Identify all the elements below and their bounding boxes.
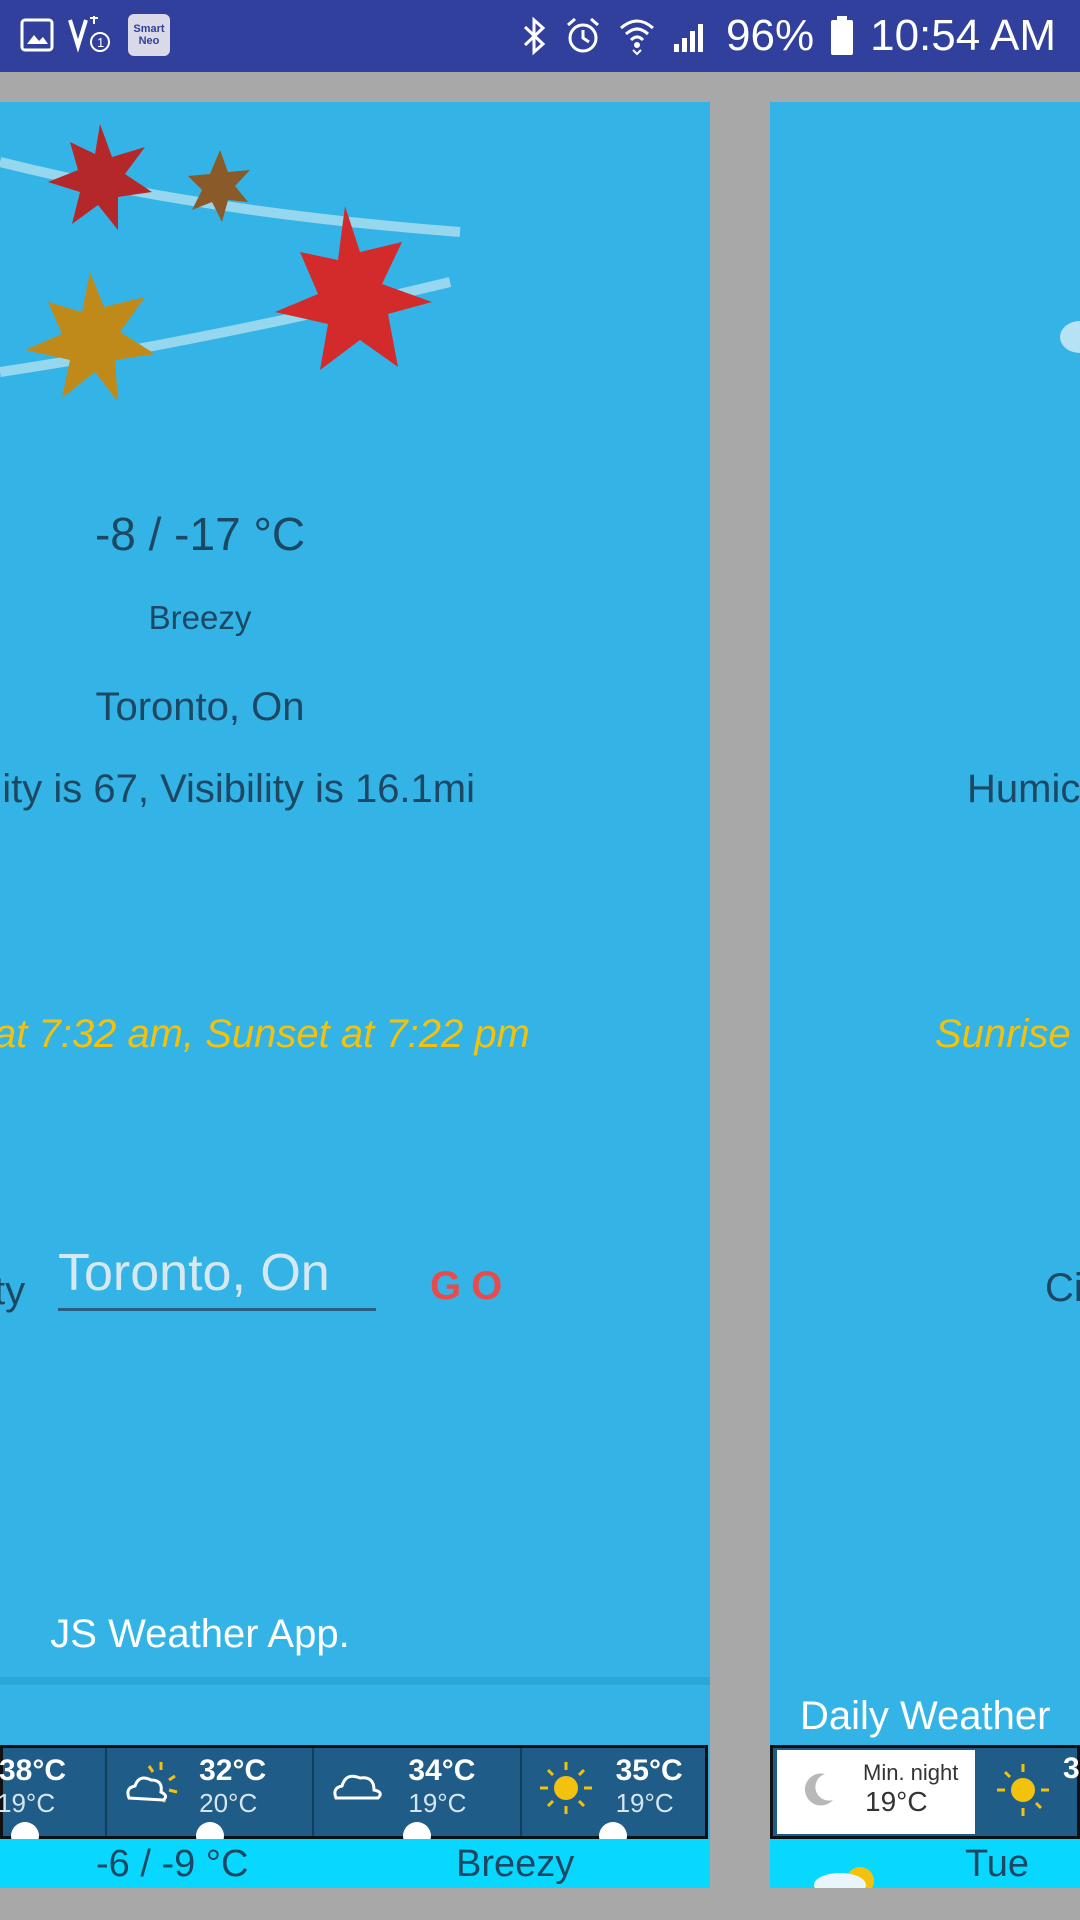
battery-icon xyxy=(831,16,854,55)
forecast-low: 19°C xyxy=(408,1788,467,1818)
humidity-visibility: Humic xyxy=(967,767,1080,811)
night-value: 19°C xyxy=(865,1786,928,1817)
forecast-high: 32°C xyxy=(199,1754,267,1787)
cloud-icon xyxy=(333,1774,383,1800)
wifi-icon xyxy=(620,19,655,56)
current-condition: Breezy xyxy=(148,599,252,636)
moon-icon xyxy=(804,1773,833,1806)
app-name: JS Weather App. xyxy=(50,1612,350,1656)
cloud-icon xyxy=(1060,321,1080,353)
forecast-item[interactable]: Min. night 19°C xyxy=(777,1750,975,1834)
go-button[interactable]: GO xyxy=(430,1264,512,1309)
bluetooth-icon xyxy=(523,16,546,56)
forecast-high: 35°C xyxy=(615,1754,683,1787)
sunrise-sunset: at 7:32 am, Sunset at 7:22 pm xyxy=(0,1012,530,1056)
battery-percent: 96% xyxy=(726,11,815,60)
daily-weather-title: Daily Weather xyxy=(800,1694,1051,1738)
daily-summary-bar[interactable]: -6 / -9 °C Breezy xyxy=(0,1839,710,1888)
clock: 10:54 AM xyxy=(870,11,1056,60)
forecast-item[interactable]: 35°C 19°C xyxy=(522,1748,705,1850)
volte-icon: 1 xyxy=(68,16,110,53)
sunrise-sunset: Sunrise xyxy=(935,1012,1071,1056)
city-input[interactable] xyxy=(58,1242,376,1311)
daily-forecast-strip[interactable]: Min. night 19°C 3 xyxy=(770,1745,1080,1839)
city-label: ty xyxy=(0,1269,26,1313)
weather-card-next[interactable]: Humic Sunrise Ci Daily Weather Min. nigh… xyxy=(770,102,1080,1888)
svg-text:1: 1 xyxy=(97,35,104,50)
sun-icon xyxy=(539,1762,592,1814)
humidity-visibility: dity is 67, Visibility is 16.1mi xyxy=(0,767,475,811)
current-temperature: -8 / -17 °C xyxy=(94,508,306,560)
forecast-low: 19°C xyxy=(0,1788,56,1818)
smart-neo-label: Smart xyxy=(133,23,165,35)
daily-summary-bar[interactable]: Tue xyxy=(770,1839,1080,1888)
daily-condition: Breezy xyxy=(456,1843,575,1885)
alarm-icon xyxy=(567,17,599,53)
forecast-item[interactable]: 34°C 19°C xyxy=(314,1748,522,1850)
forecast-high: 3 xyxy=(1063,1752,1080,1785)
daily-temperature: -6 / -9 °C xyxy=(96,1843,249,1885)
status-bar: 1 Smart Neo 96% 10:54 AM xyxy=(0,0,1080,72)
forecast-high: 34°C xyxy=(408,1754,476,1787)
hourly-forecast-strip[interactable]: 38°C 19°C 32°C 20°C 34°C 19°C 35°C 19°C xyxy=(0,1745,708,1850)
smart-neo-label-2: Neo xyxy=(138,35,160,47)
smart-neo-icon: Smart Neo xyxy=(128,14,170,56)
forecast-low: 19°C xyxy=(615,1788,674,1818)
weather-card-current[interactable]: -8 / -17 °C Breezy Toronto, On dity is 6… xyxy=(0,102,710,1888)
gallery-icon xyxy=(20,18,54,52)
card-divider xyxy=(0,1677,710,1685)
current-city: Toronto, On xyxy=(95,685,305,729)
forecast-low: 20°C xyxy=(199,1788,258,1818)
city-label: Ci xyxy=(1045,1266,1080,1310)
sun-icon xyxy=(997,1764,1049,1816)
forecast-item[interactable]: 38°C 19°C xyxy=(0,1748,108,1850)
forecast-day: Tue xyxy=(965,1843,1030,1885)
night-label: Min. night xyxy=(863,1760,959,1785)
partly-cloudy-icon xyxy=(126,1762,178,1803)
forecast-item[interactable]: 32°C 20°C xyxy=(107,1748,315,1850)
maple-leaves-icon xyxy=(0,124,461,402)
partly-cloudy-icon xyxy=(814,1867,874,1888)
forecast-high: 38°C xyxy=(0,1754,67,1787)
signal-icon xyxy=(674,24,704,52)
